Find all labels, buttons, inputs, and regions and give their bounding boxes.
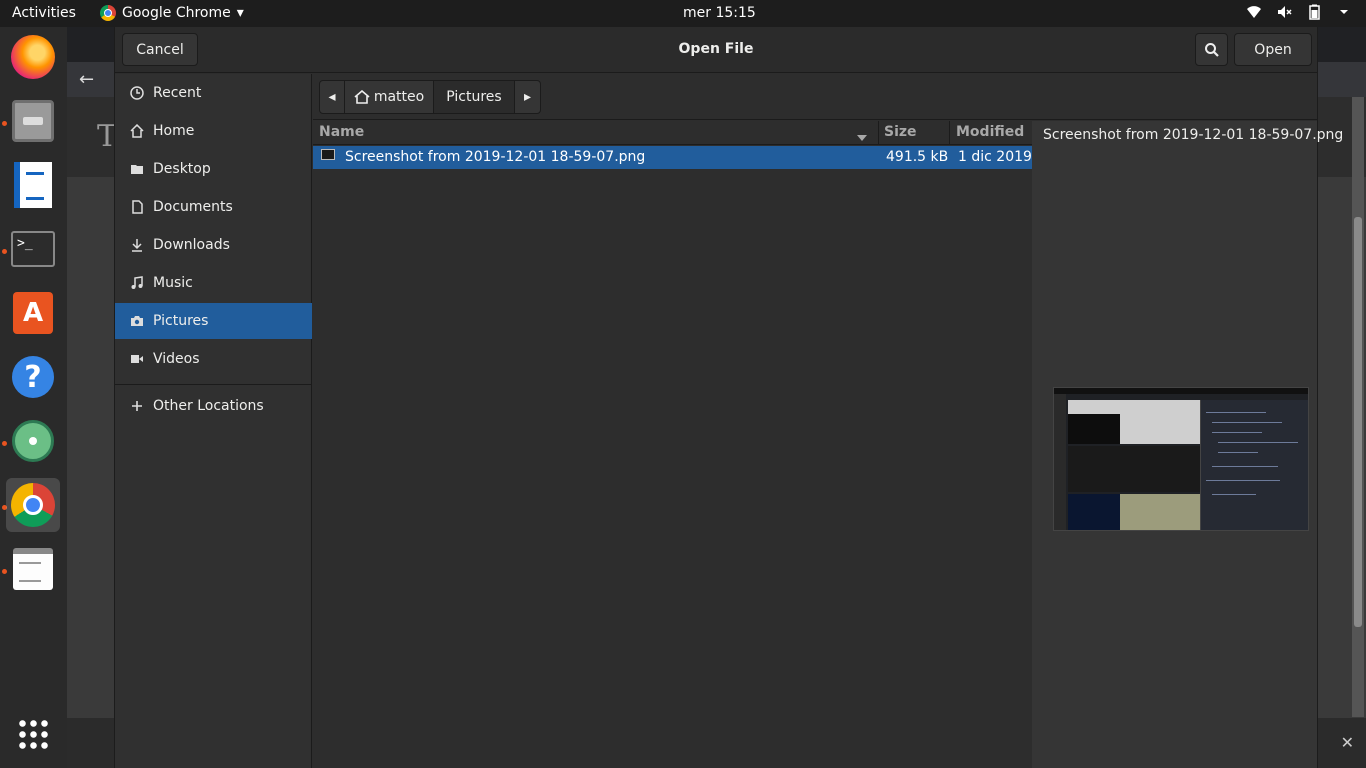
download-icon (129, 237, 145, 253)
places-sidebar: Recent Home Desktop Documents Downloads (115, 74, 312, 768)
atom-icon (12, 420, 54, 462)
search-button[interactable] (1195, 33, 1228, 66)
sidebar-item-desktop[interactable]: Desktop (115, 151, 312, 187)
chevron-right-icon: ▸ (523, 89, 532, 105)
column-divider (878, 121, 879, 145)
preview-pane: Screenshot from 2019-12-01 18-59-07.png (1032, 121, 1343, 768)
sidebar-item-label: Videos (153, 351, 200, 367)
power-menu-arrow-icon (1336, 4, 1352, 20)
sidebar-item-label: Pictures (153, 313, 209, 329)
sidebar-item-label: Desktop (153, 161, 211, 177)
sidebar-item-label: Music (153, 275, 193, 291)
path-scroll-right-button[interactable]: ▸ (514, 80, 541, 114)
clock-icon (129, 85, 145, 101)
breadcrumb-home[interactable]: matteo (344, 80, 434, 114)
dialog-headerbar: Cancel Open File Open (115, 27, 1317, 73)
system-status-area[interactable] (1246, 4, 1352, 20)
files-icon (12, 100, 54, 142)
preview-thumbnail (1053, 387, 1309, 531)
sidebar-item-recent[interactable]: Recent (115, 75, 312, 111)
sort-arrow-icon (857, 129, 867, 145)
breadcrumb-pictures[interactable]: Pictures (433, 80, 515, 114)
home-icon (354, 90, 370, 104)
app-grid-icon (17, 718, 49, 750)
wifi-icon (1246, 4, 1262, 20)
document-icon (129, 199, 145, 215)
dock-ubuntu-software[interactable]: A (6, 286, 60, 340)
dialog-title: Open File (678, 41, 754, 57)
column-header-name[interactable]: Name (319, 124, 364, 140)
dock-text-editor[interactable] (6, 542, 60, 596)
close-icon: ✕ (1340, 733, 1354, 752)
open-file-dialog: Cancel Open File Open Recent Home Deskto… (114, 27, 1343, 768)
app-menu[interactable]: Google Chrome ▾ (100, 5, 244, 21)
dock-firefox[interactable] (6, 30, 60, 84)
chevron-left-icon: ◂ (328, 89, 336, 105)
sidebar-item-pictures[interactable]: Pictures (115, 303, 312, 339)
breadcrumb-label: matteo (373, 89, 425, 105)
dock-google-chrome[interactable] (6, 478, 60, 532)
clock[interactable]: mer 15:15 (683, 5, 756, 21)
sidebar-item-label: Other Locations (153, 398, 264, 414)
help-icon: ? (12, 356, 54, 398)
sidebar-item-other-locations[interactable]: Other Locations (115, 388, 312, 424)
music-icon (129, 275, 145, 291)
sidebar-item-documents[interactable]: Documents (115, 189, 312, 225)
sidebar-item-downloads[interactable]: Downloads (115, 227, 312, 263)
chevron-down-icon: ▾ (236, 5, 244, 21)
page-scrollbar-thumb (1354, 217, 1362, 627)
terminal-icon: >_ (11, 231, 55, 267)
file-list: Name Size Modified Screenshot from 2019-… (313, 121, 1032, 768)
breadcrumb-label: Pictures (446, 89, 502, 105)
sidebar-separator (115, 384, 312, 385)
path-scroll-left-button[interactable]: ◂ (319, 80, 345, 114)
firefox-icon (11, 35, 55, 79)
file-size: 491.5 kB (886, 149, 949, 165)
dock-help[interactable]: ? (6, 350, 60, 404)
column-divider (949, 121, 950, 145)
chrome-app-icon (100, 5, 116, 21)
preview-filename: Screenshot from 2019-12-01 18-59-07.png (1043, 127, 1344, 143)
file-modified: 1 dic 2019 (958, 149, 1032, 165)
sidebar-item-label: Home (153, 123, 195, 139)
sidebar-item-label: Recent (153, 85, 202, 101)
sidebar-item-videos[interactable]: Videos (115, 341, 312, 377)
dock: >_ A ? (0, 27, 67, 768)
app-menu-label: Google Chrome (122, 5, 231, 21)
file-list-header: Name Size Modified (313, 121, 1032, 145)
back-arrow-icon: ← (79, 69, 95, 90)
sidebar-item-label: Downloads (153, 237, 230, 253)
column-header-modified[interactable]: Modified (956, 124, 1024, 140)
software-store-icon: A (13, 292, 53, 334)
sidebar-item-home[interactable]: Home (115, 113, 312, 149)
volume-muted-icon (1276, 4, 1292, 20)
video-icon (129, 351, 145, 367)
camera-icon (129, 313, 145, 329)
battery-icon (1306, 4, 1322, 20)
file-name: Screenshot from 2019-12-01 18-59-07.png (345, 149, 646, 165)
show-applications-button[interactable] (6, 707, 60, 761)
dock-libreoffice-writer[interactable] (6, 158, 60, 212)
search-icon (1204, 42, 1219, 57)
column-header-size[interactable]: Size (884, 124, 917, 140)
image-file-icon (321, 149, 335, 160)
plus-icon (129, 398, 145, 414)
chrome-icon (11, 483, 55, 527)
dock-atom[interactable] (6, 414, 60, 468)
writer-icon (14, 162, 52, 208)
home-icon (129, 123, 145, 139)
top-bar: Activities Google Chrome ▾ mer 15:15 (0, 0, 1366, 27)
file-row[interactable]: Screenshot from 2019-12-01 18-59-07.png … (313, 146, 1032, 169)
dock-terminal[interactable]: >_ (6, 222, 60, 276)
text-editor-icon (13, 548, 53, 590)
sidebar-item-label: Documents (153, 199, 233, 215)
folder-icon (129, 161, 145, 177)
path-bar: ◂ matteo Pictures ▸ (313, 74, 1317, 120)
dock-files[interactable] (6, 94, 60, 148)
activities-button[interactable]: Activities (12, 5, 76, 21)
open-button[interactable]: Open (1234, 33, 1312, 66)
sidebar-item-music[interactable]: Music (115, 265, 312, 301)
